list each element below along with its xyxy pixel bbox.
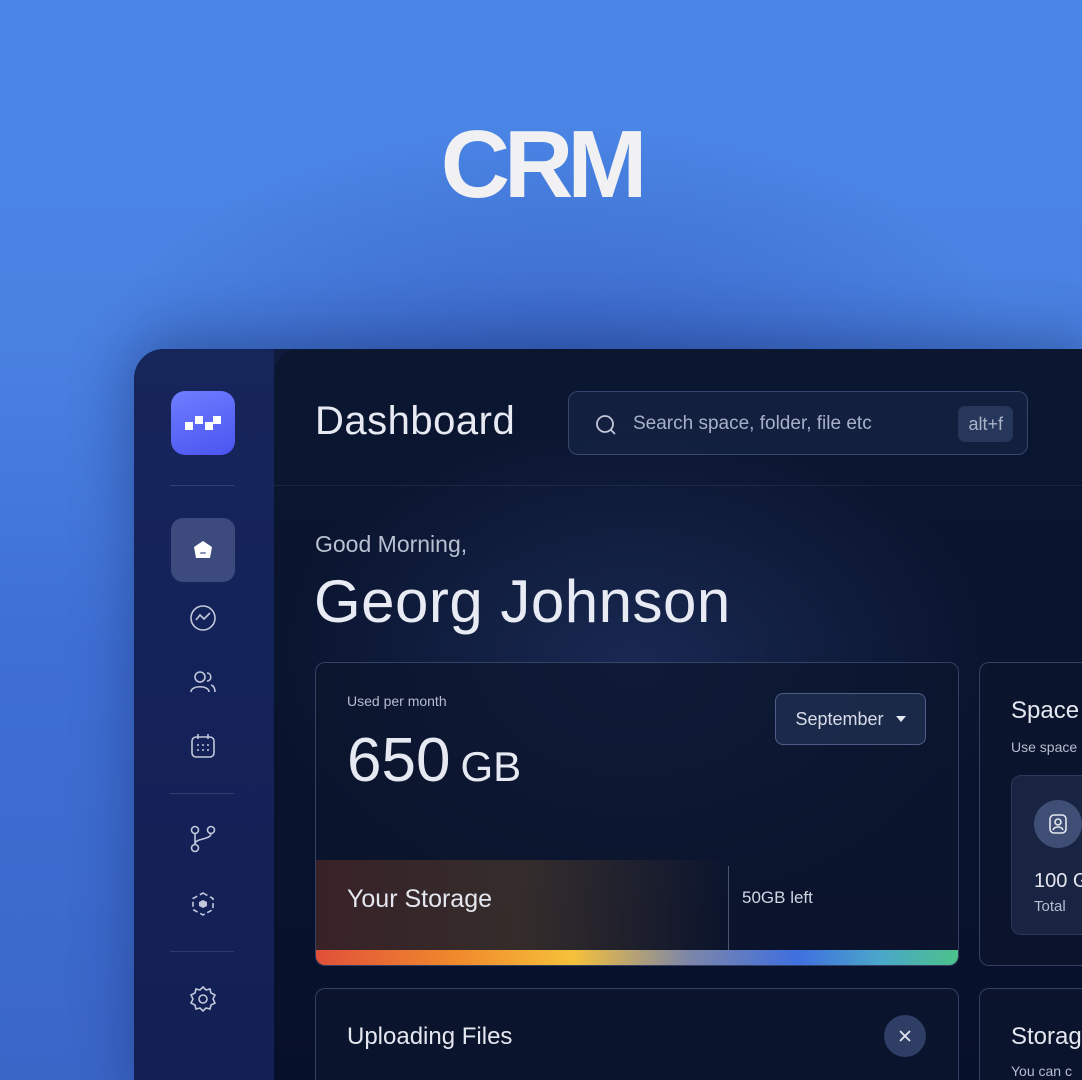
user-badge-icon — [1049, 814, 1067, 834]
sidebar-divider — [170, 485, 234, 486]
storage-card-title: Storag — [1011, 1023, 1082, 1050]
sidebar-item-users[interactable] — [171, 654, 235, 710]
close-button[interactable] — [884, 1015, 926, 1057]
used-value-unit: GB — [460, 743, 522, 790]
sidebar-item-cube[interactable] — [171, 876, 235, 932]
caret-down-icon — [895, 716, 906, 722]
user-name: Georg Johnson — [314, 568, 731, 635]
search-shortcut-badge: alt+f — [958, 406, 1013, 442]
sidebar-item-analytics[interactable] — [171, 590, 235, 646]
search-icon — [596, 415, 616, 435]
calendar-icon — [191, 734, 215, 758]
sidebar-item-home[interactable] — [171, 518, 235, 582]
hero-title: CRM — [440, 111, 648, 218]
sidebar — [134, 349, 274, 1080]
space-card-title: Space — [1011, 697, 1080, 724]
page-title: Dashboard — [315, 399, 516, 443]
storage-usage-card: Used per month 650 GB September Your Stor… — [315, 662, 959, 966]
uploading-files-card: Uploading Files — [315, 988, 959, 1080]
storage-usage-bar — [316, 950, 958, 965]
top-bar: Dashboard alt+f — [274, 349, 1082, 486]
search-box[interactable]: alt+f — [568, 391, 1028, 455]
home-icon — [194, 541, 212, 558]
your-storage-label: Your Storage — [347, 885, 493, 913]
sidebar-divider — [170, 951, 234, 952]
used-value: 650 GB — [347, 725, 521, 796]
close-icon — [899, 1030, 911, 1042]
sidebar-item-branch[interactable] — [171, 811, 235, 867]
storage-card-subtitle: You can c — [1011, 1063, 1072, 1079]
users-icon — [190, 671, 216, 693]
sidebar-item-settings[interactable] — [171, 971, 235, 1027]
branch-icon — [190, 825, 216, 853]
used-per-month-label: Used per month — [347, 693, 447, 709]
month-select-value: September — [795, 708, 884, 729]
space-total-label: Total — [1034, 898, 1066, 915]
gear-icon — [189, 985, 217, 1013]
storage-card-secondary: Storag You can c — [979, 988, 1082, 1080]
sidebar-divider — [170, 793, 234, 794]
space-card: Space Use space 100 G Total — [979, 662, 1082, 966]
space-avatar — [1034, 800, 1082, 848]
cube-icon — [192, 892, 214, 916]
storage-divider — [728, 866, 729, 950]
logo-icon — [185, 416, 221, 430]
month-select[interactable]: September — [775, 693, 926, 745]
storage-left-label: 50GB left — [742, 888, 813, 907]
uploading-files-title: Uploading Files — [347, 1023, 513, 1050]
app-logo[interactable] — [171, 391, 235, 455]
greeting-text: Good Morning, — [315, 531, 468, 557]
sidebar-item-calendar[interactable] — [171, 718, 235, 774]
used-value-number: 650 — [347, 726, 451, 795]
space-item[interactable]: 100 G Total — [1011, 775, 1082, 935]
analytics-icon — [190, 605, 216, 631]
space-card-subtitle: Use space — [1011, 739, 1078, 755]
space-value: 100 G — [1034, 870, 1082, 892]
search-input[interactable] — [633, 410, 933, 438]
main-content: Dashboard alt+f Good Morning, Georg John… — [274, 349, 1082, 1080]
app-window: Dashboard alt+f Good Morning, Georg John… — [134, 349, 1082, 1080]
